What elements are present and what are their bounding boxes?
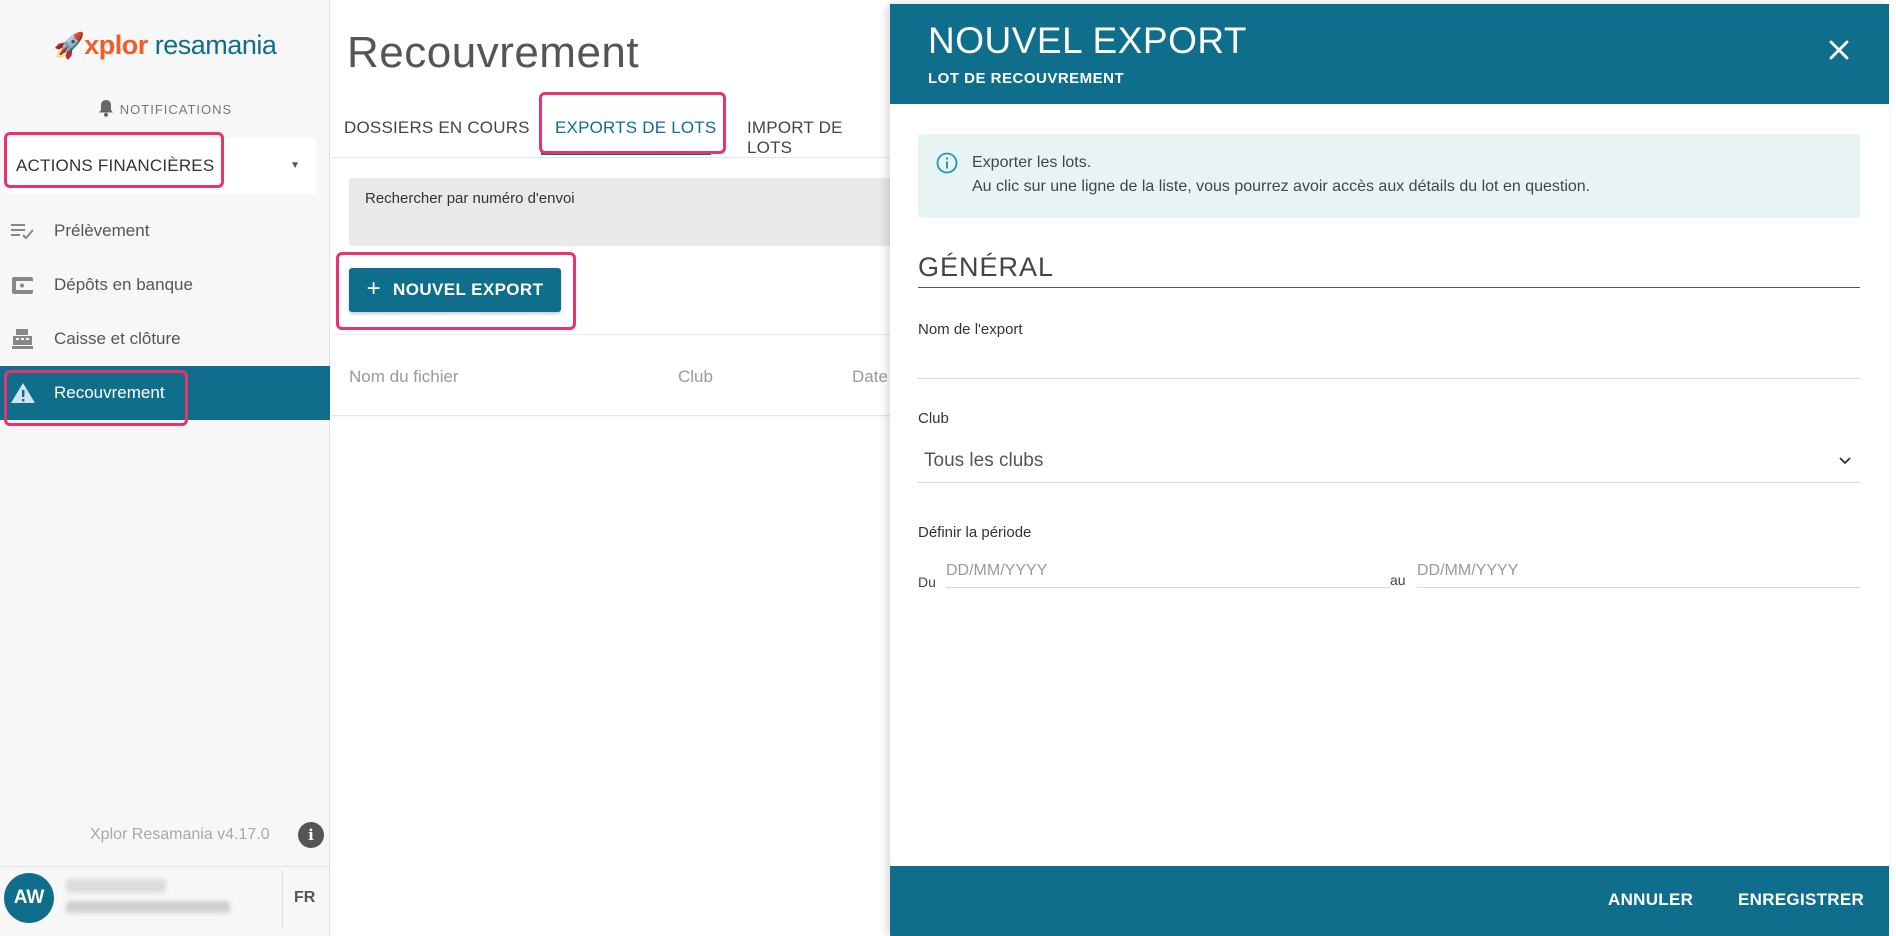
avatar[interactable]: AW — [4, 873, 54, 923]
wallet-icon — [12, 277, 33, 294]
club-label: Club — [918, 410, 949, 427]
app-version: Xplor Resamania v4.17.0 — [90, 826, 270, 843]
section-heading-general: GÉNÉRAL — [918, 252, 1860, 288]
info-text-line1: Exporter les lots. — [972, 154, 1092, 171]
highlight-box — [539, 92, 726, 154]
user-bar: AW FR — [0, 866, 330, 936]
tab-dossiers-en-cours[interactable]: DOSSIERS EN COURS — [344, 118, 530, 138]
drawer-subtitle: LOT DE RECOUVREMENT — [928, 70, 1125, 87]
date-from-input[interactable] — [946, 554, 1390, 588]
caret-down-icon: ▼ — [290, 160, 300, 171]
period-label: Définir la période — [918, 524, 1032, 541]
bell-icon — [98, 100, 113, 117]
sidebar-item-label: Caisse et clôture — [54, 329, 181, 348]
language-switcher[interactable]: FR — [294, 889, 315, 907]
export-name-input[interactable] — [918, 348, 1860, 378]
cancel-button[interactable]: ANNULER — [1608, 890, 1693, 910]
search-label: Rechercher par numéro d'envoi — [365, 190, 575, 207]
user-name-blurred — [66, 879, 166, 893]
divider — [282, 871, 283, 927]
new-export-drawer: NOUVEL EXPORT LOT DE RECOUVREMENT Export… — [890, 4, 1889, 936]
column-header-date[interactable]: Date — [852, 367, 888, 387]
sidebar-item-depots[interactable]: Dépôts en banque — [0, 258, 330, 312]
highlight-box — [336, 252, 576, 330]
logo-text-resamania: resamania — [147, 30, 277, 60]
column-header-file-name[interactable]: Nom du fichier — [349, 367, 459, 387]
drawer-header: NOUVEL EXPORT LOT DE RECOUVREMENT — [890, 4, 1889, 104]
column-header-club[interactable]: Club — [678, 367, 713, 387]
search-input[interactable]: Rechercher par numéro d'envoi — [349, 178, 891, 246]
brand-logo[interactable]: 🚀xplor resamania — [0, 30, 330, 61]
notifications-label: NOTIFICATIONS — [119, 102, 233, 117]
info-text-line2: Au clic sur une ligne de la liste, vous … — [972, 178, 1591, 195]
table-header: Nom du fichier Club Date — [331, 334, 891, 416]
close-icon[interactable] — [1827, 38, 1851, 62]
sidebar-item-label: Prélèvement — [54, 221, 150, 240]
select-underline — [918, 482, 1860, 483]
sidebar-item-label: Dépôts en banque — [54, 275, 193, 294]
export-name-label: Nom de l'export — [918, 321, 1023, 338]
info-icon[interactable]: i — [298, 822, 324, 848]
save-button[interactable]: ENREGISTRER — [1738, 890, 1864, 910]
info-outline-icon — [936, 152, 958, 174]
date-to-label: au — [1390, 572, 1406, 588]
date-from-label: Du — [918, 574, 936, 590]
drawer-title: NOUVEL EXPORT — [928, 20, 1248, 61]
rocket-icon: 🚀 — [53, 32, 85, 60]
user-email-blurred — [66, 901, 230, 913]
input-underline — [918, 378, 1860, 379]
highlight-box — [4, 370, 188, 426]
notifications-link[interactable]: NOTIFICATIONS — [0, 99, 330, 117]
logo-text-xplor: xplor — [84, 30, 148, 60]
highlight-box — [4, 132, 224, 188]
drawer-footer: ANNULER ENREGISTRER — [890, 866, 1889, 936]
tab-import-de-lots[interactable]: IMPORT DE LOTS — [747, 118, 891, 158]
checklist-icon — [11, 224, 34, 240]
sidebar-item-prelevement[interactable]: Prélèvement — [0, 204, 330, 258]
page-title: Recouvrement — [347, 28, 640, 77]
cash-register-icon — [12, 329, 33, 349]
date-to-input[interactable] — [1417, 554, 1860, 588]
club-select[interactable]: Tous les clubs — [924, 450, 1043, 472]
chevron-down-icon[interactable] — [1838, 456, 1852, 466]
sidebar-item-caisse[interactable]: Caisse et clôture — [0, 312, 330, 366]
info-banner: Exporter les lots. Au clic sur une ligne… — [918, 134, 1860, 218]
